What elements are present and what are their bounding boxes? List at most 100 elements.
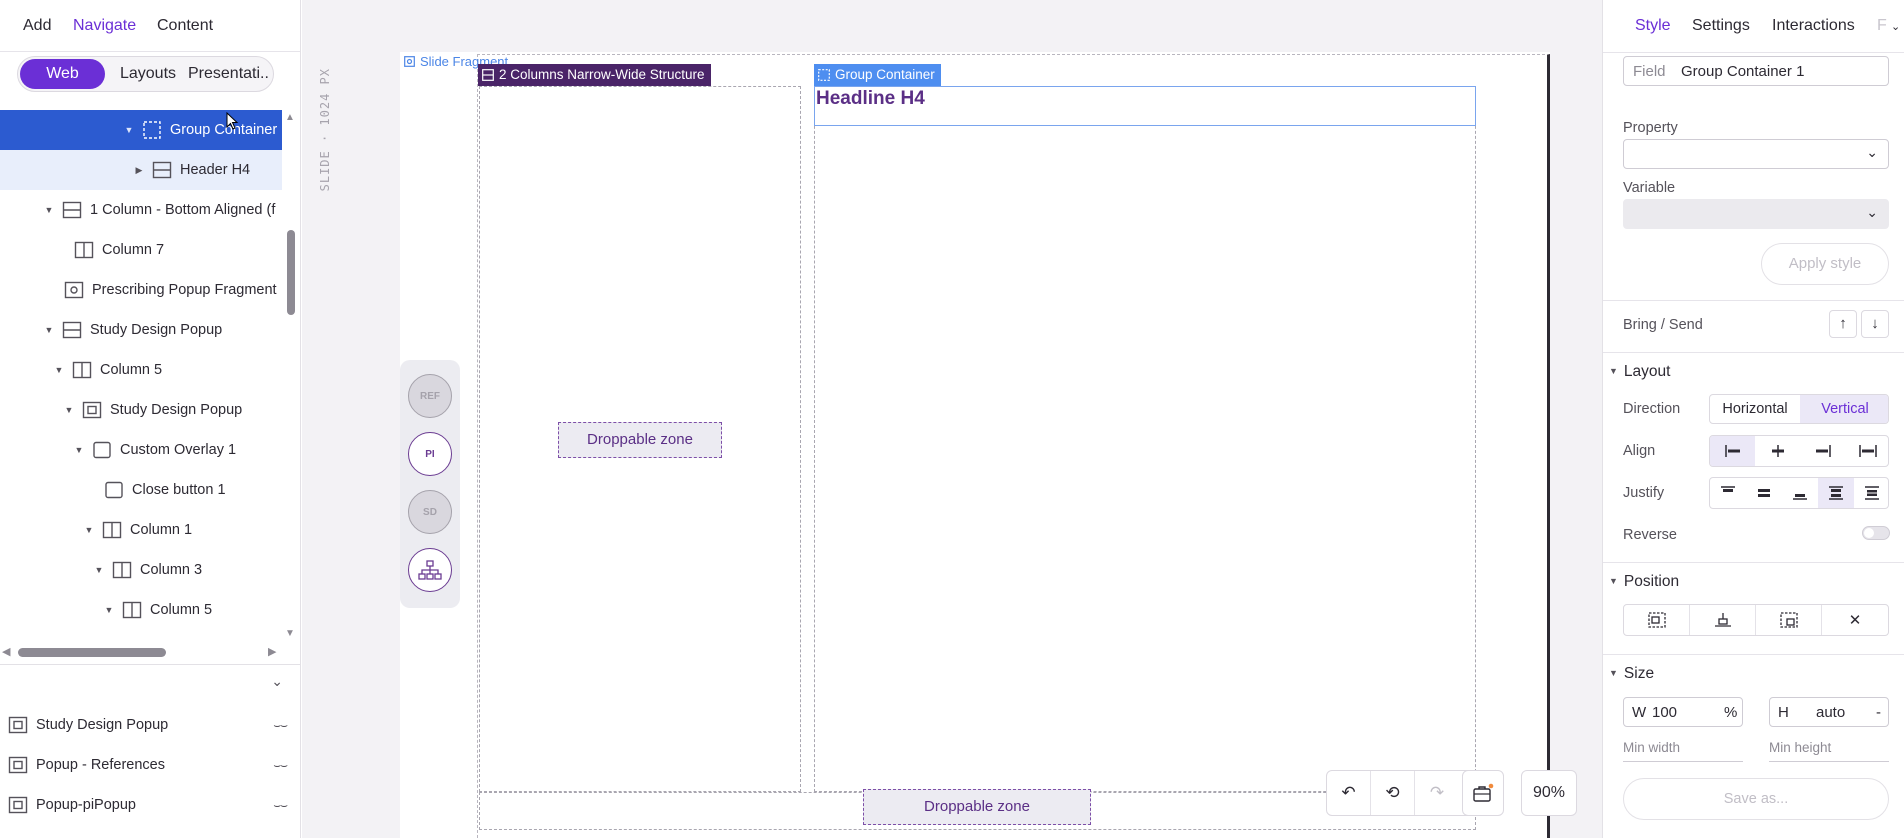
tree-item-column-7[interactable]: Column 7 (0, 230, 282, 270)
tab-settings[interactable]: Settings (1692, 17, 1750, 35)
droppable-zone-bottom[interactable]: Droppable zone (863, 789, 1091, 825)
ref-button[interactable]: REF (408, 374, 452, 418)
wide-column[interactable] (814, 86, 1476, 792)
field-name-input[interactable]: Field Group Container 1 (1623, 56, 1889, 86)
sitemap-button[interactable] (408, 548, 452, 592)
justify-between-icon[interactable] (1818, 478, 1854, 508)
position-relative-icon[interactable] (1624, 605, 1690, 635)
caret-down-icon[interactable]: ▼ (124, 125, 134, 135)
tree-item-column-1[interactable]: ▼ Column 1 (0, 510, 282, 550)
justify-center-icon[interactable] (1746, 478, 1782, 508)
caret-down-icon[interactable]: ▼ (84, 525, 94, 535)
height-input[interactable]: H auto - (1769, 697, 1889, 727)
segment-layouts[interactable]: Layouts (118, 59, 178, 89)
tree-item-header-h4[interactable]: ▶ Header H4 (0, 150, 282, 190)
caret-down-icon[interactable]: ▼ (44, 325, 54, 335)
reset-button[interactable]: ⟲ (1371, 771, 1415, 815)
height-unit[interactable]: - (1876, 704, 1881, 721)
structure-tag[interactable]: 2 Columns Narrow-Wide Structure (478, 64, 711, 86)
scrollbar-thumb[interactable] (287, 230, 295, 315)
scroll-down-icon[interactable]: ▼ (285, 628, 295, 639)
reverse-toggle[interactable] (1862, 526, 1890, 540)
popup-item[interactable]: Study Design Popup ⌣⌣ (0, 705, 301, 745)
save-as-button[interactable]: Save as... (1623, 778, 1889, 820)
tab-interactions[interactable]: Interactions (1772, 17, 1855, 35)
send-backward-button[interactable]: ↓ (1861, 310, 1889, 338)
caret-down-icon[interactable]: ▼ (44, 205, 54, 215)
tree-item-column-5[interactable]: ▼ Column 5 (0, 350, 282, 390)
zoom-level[interactable]: 90% (1521, 770, 1577, 816)
undo-button[interactable]: ↶ (1327, 771, 1371, 815)
sd-button[interactable]: SD (408, 490, 452, 534)
direction-vertical[interactable]: Vertical (1800, 395, 1888, 423)
scroll-left-icon[interactable]: ◀ (2, 645, 10, 658)
tree-item-close-button[interactable]: Close button 1 (0, 470, 282, 510)
chevron-down-icon[interactable]: ⌄ (271, 673, 283, 690)
tree-horizontal-scrollbar[interactable]: ◀ ▶ (0, 644, 282, 662)
property-select[interactable]: ⌄ (1623, 139, 1889, 169)
align-end-icon[interactable] (1800, 436, 1845, 466)
justify-label: Justify (1623, 485, 1665, 501)
width-input[interactable]: W 100 % (1623, 697, 1743, 727)
justify-end-icon[interactable] (1782, 478, 1818, 508)
align-start-icon[interactable] (1710, 436, 1755, 466)
apply-style-button[interactable]: Apply style (1761, 243, 1889, 285)
direction-toggle: Horizontal Vertical (1709, 394, 1889, 424)
redo-button[interactable]: ↷ (1415, 771, 1459, 815)
tree-item-prescribing-popup[interactable]: Prescribing Popup Fragment (0, 270, 282, 310)
caret-down-icon[interactable]: ▼ (54, 365, 64, 375)
headline-h4[interactable]: Headline H4 (816, 88, 925, 110)
droppable-zone-left[interactable]: Droppable zone (558, 422, 722, 458)
popup-item-label: Popup-piPopup (36, 797, 136, 813)
scrollbar-thumb[interactable] (18, 648, 166, 657)
tree-item-study-design-popup[interactable]: ▼ Study Design Popup (0, 310, 282, 350)
tree-item-column-3[interactable]: ▼ Column 3 (0, 550, 282, 590)
fragment-icon (64, 281, 84, 299)
position-sticky-icon[interactable] (1690, 605, 1756, 635)
tree-item-custom-overlay[interactable]: ▼ Custom Overlay 1 (0, 430, 282, 470)
justify-start-icon[interactable] (1710, 478, 1746, 508)
tab-content[interactable]: Content (157, 17, 213, 35)
segment-web[interactable]: Web (20, 59, 105, 89)
position-clear-icon[interactable]: ✕ (1822, 605, 1888, 635)
scroll-right-icon[interactable]: ▶ (268, 645, 276, 658)
caret-down-icon[interactable]: ▼ (74, 445, 84, 455)
size-section-toggle[interactable]: ▼ Size (1609, 665, 1654, 683)
bring-forward-button[interactable]: ↑ (1829, 310, 1857, 338)
pi-button[interactable]: PI (408, 432, 452, 476)
min-height-input[interactable]: Min height (1769, 740, 1889, 762)
direction-horizontal[interactable]: Horizontal (1710, 395, 1800, 423)
caret-right-icon[interactable]: ▶ (134, 165, 144, 176)
tree-item-label: Column 5 (100, 362, 163, 378)
eye-closed-icon[interactable]: ⌣⌣ (273, 758, 288, 773)
width-unit[interactable]: % (1724, 704, 1737, 721)
tab-overflow[interactable]: F (1877, 17, 1887, 35)
tree-vertical-scrollbar[interactable]: ▲ ▼ (283, 110, 301, 642)
segment-presentations[interactable]: Presentati... (188, 59, 270, 89)
group-container-tag[interactable]: Group Container (814, 64, 941, 86)
position-absolute-icon[interactable] (1756, 605, 1822, 635)
tree-item-study-design-popup-inner[interactable]: ▼ Study Design Popup (0, 390, 282, 430)
align-center-icon[interactable] (1755, 436, 1800, 466)
popup-item[interactable]: Popup-piPopup ⌣⌣ (0, 785, 301, 825)
eye-closed-icon[interactable]: ⌣⌣ (273, 798, 288, 813)
tab-style[interactable]: Style (1635, 17, 1671, 35)
tree-item-column-5-nested[interactable]: ▼ Column 5 (0, 590, 282, 630)
caret-down-icon[interactable]: ▼ (64, 405, 74, 415)
justify-around-icon[interactable] (1854, 478, 1888, 508)
caret-down-icon[interactable]: ▼ (94, 565, 104, 575)
more-tabs-icon[interactable]: ⌄ (1891, 20, 1900, 33)
eye-closed-icon[interactable]: ⌣⌣ (273, 718, 288, 733)
tab-navigate[interactable]: Navigate (73, 17, 136, 35)
tree-item-1-column-bottom[interactable]: ▼ 1 Column - Bottom Aligned (f (0, 190, 282, 230)
briefcase-button[interactable] (1462, 770, 1504, 816)
align-stretch-icon[interactable] (1845, 436, 1888, 466)
caret-down-icon[interactable]: ▼ (104, 605, 114, 615)
variable-select[interactable]: ⌄ (1623, 199, 1889, 229)
scroll-up-icon[interactable]: ▲ (285, 112, 295, 123)
tab-add[interactable]: Add (23, 17, 51, 35)
min-width-input[interactable]: Min width (1623, 740, 1743, 762)
layout-section-toggle[interactable]: ▼ Layout (1609, 363, 1670, 381)
popup-item[interactable]: Popup - References ⌣⌣ (0, 745, 301, 785)
position-section-toggle[interactable]: ▼ Position (1609, 573, 1679, 591)
